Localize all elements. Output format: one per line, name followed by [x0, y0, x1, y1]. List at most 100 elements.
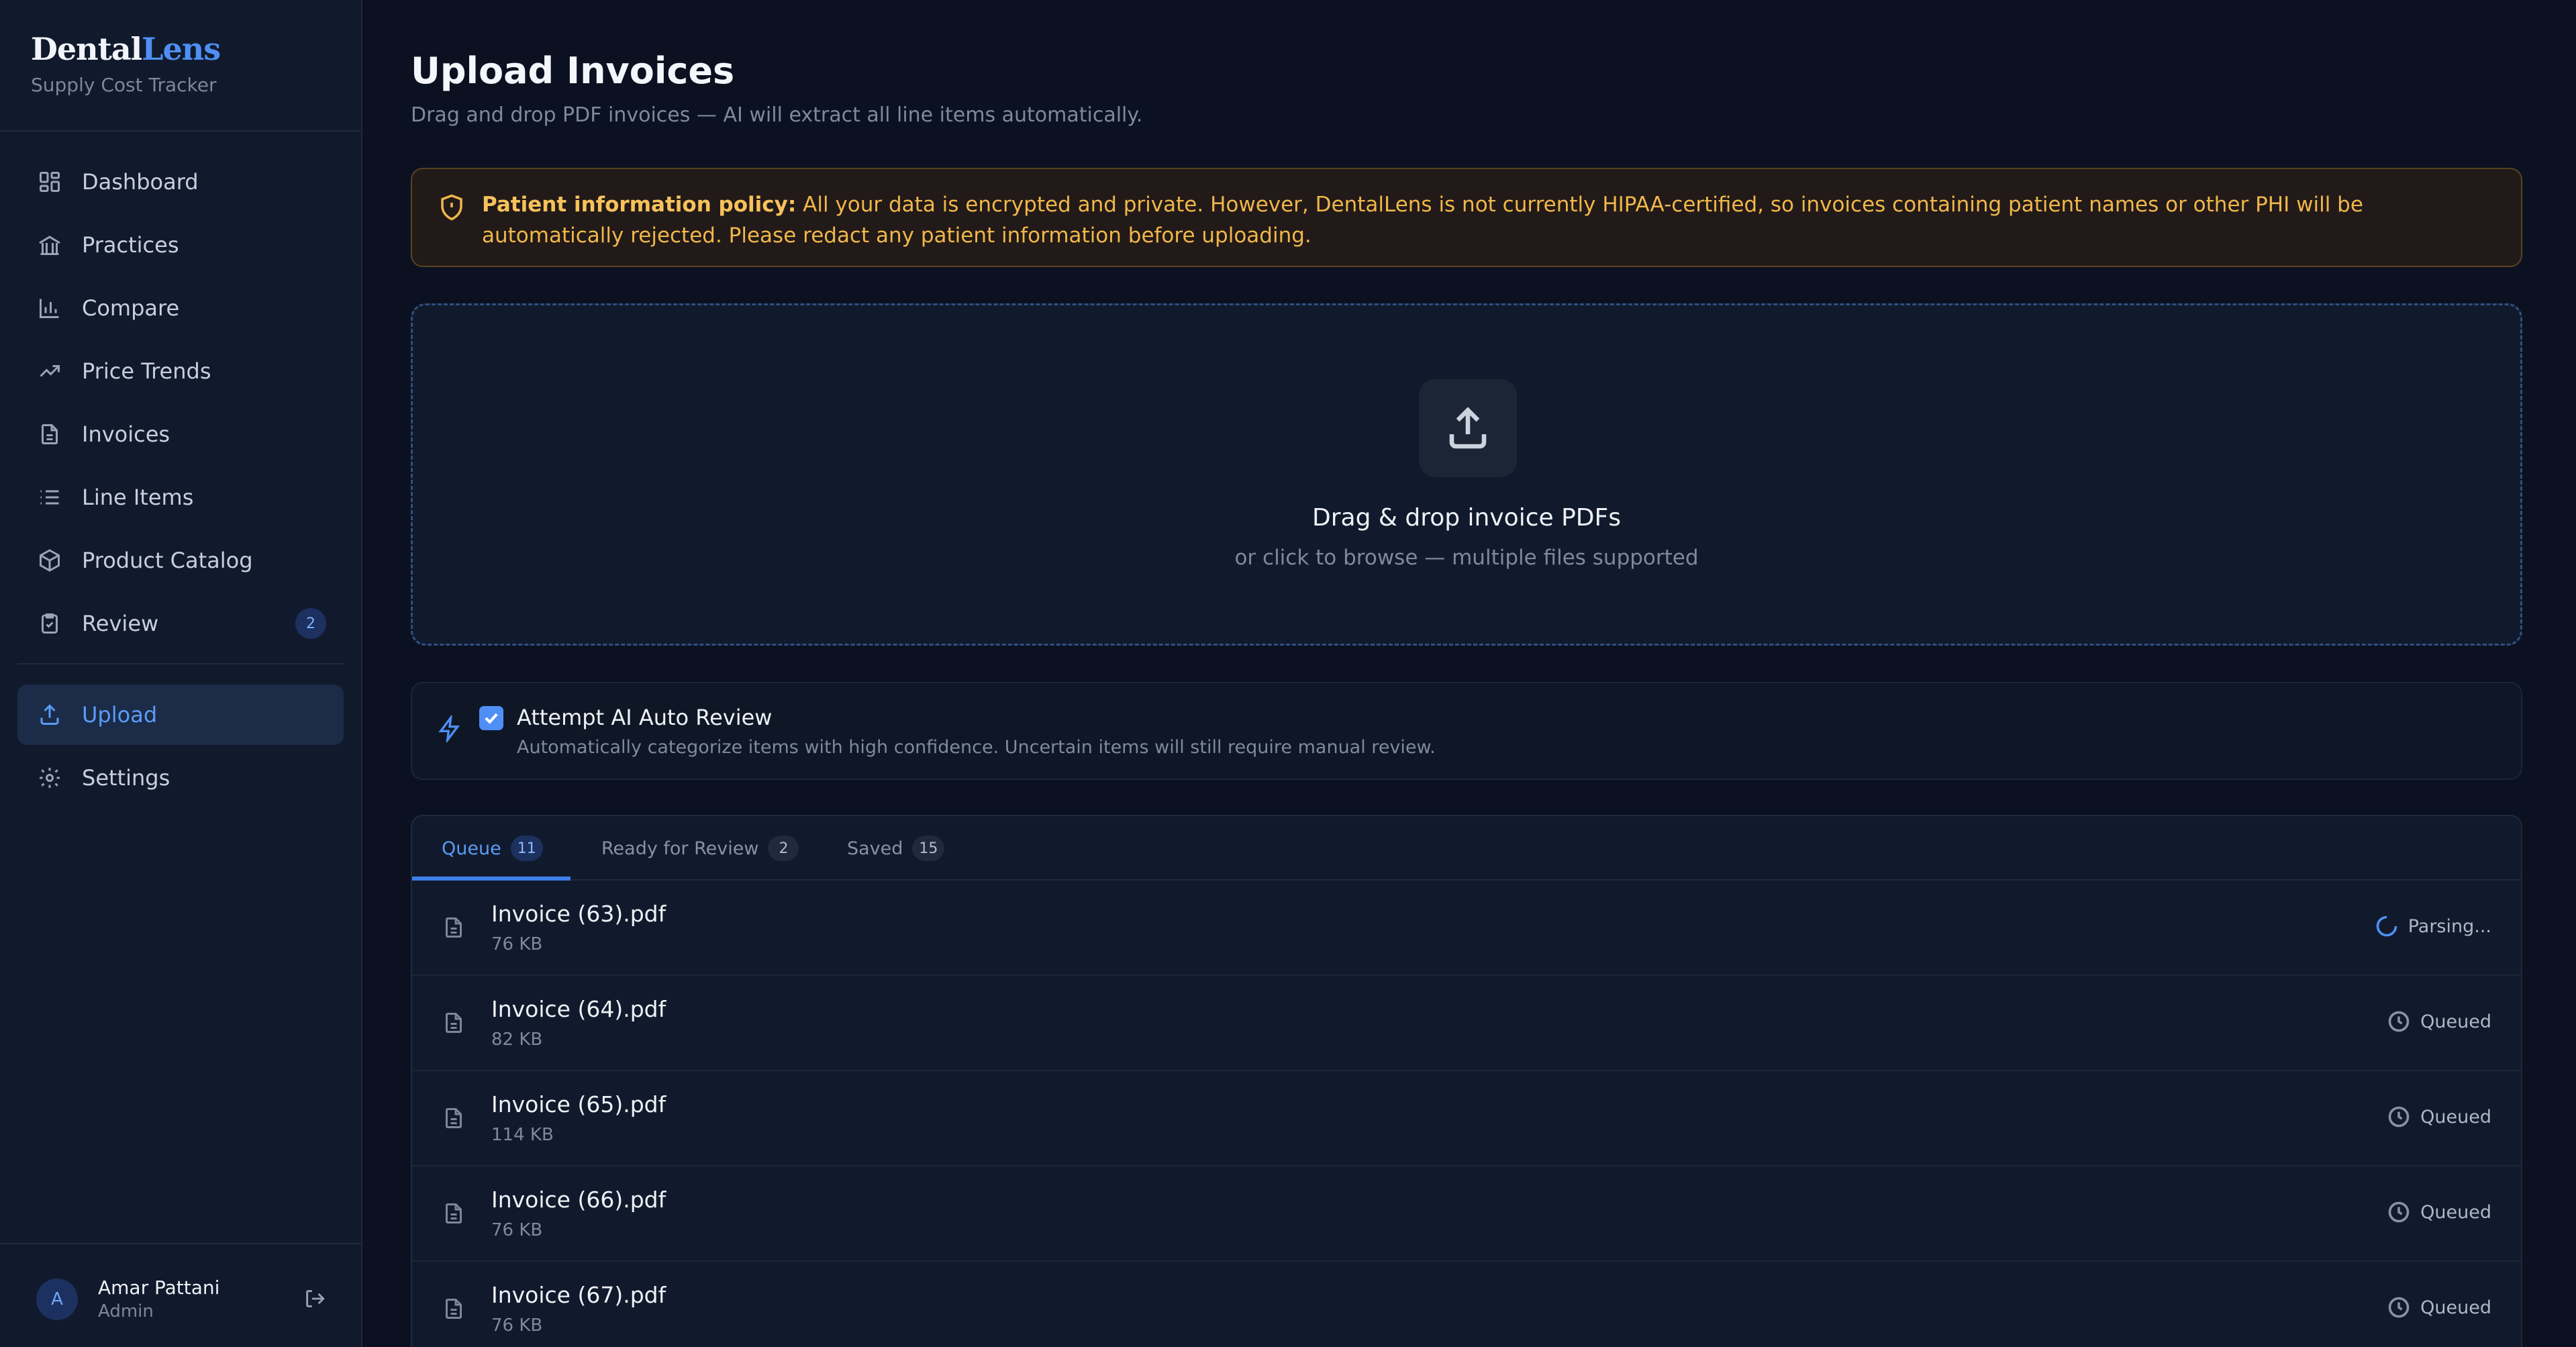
file-status: Queued [2387, 1200, 2491, 1224]
sidebar-item-practices[interactable]: Practices [17, 215, 344, 275]
clipboard-check-icon [42, 613, 58, 634]
user-role: Admin [98, 1301, 154, 1321]
sidebar-item-label: Invoices [82, 421, 170, 447]
queue-row[interactable]: Invoice (67).pdf 76 KB Queued [412, 1262, 2521, 1347]
list-icon [40, 490, 59, 505]
dropzone-subtitle: or click to browse — multiple files supp… [1234, 546, 1699, 570]
file-size: 76 KB [491, 934, 543, 954]
logout-button[interactable] [303, 1287, 326, 1310]
file-name: Invoice (64).pdf [491, 996, 666, 1022]
sidebar-item-dashboard[interactable]: Dashboard [17, 152, 344, 212]
ai-auto-review-label[interactable]: Attempt AI Auto Review [517, 705, 772, 730]
upload-icon [1449, 407, 1487, 449]
gear-icon [40, 768, 60, 788]
patient-policy-warning: Patient information policy: All your dat… [411, 168, 2522, 267]
avatar: A [36, 1278, 78, 1320]
shield-icon [438, 193, 466, 221]
sidebar-item-invoices[interactable]: Invoices [17, 404, 344, 464]
sidebar-item-upload[interactable]: Upload [17, 685, 344, 745]
invoice-dropzone[interactable]: Drag & drop invoice PDFs or click to bro… [411, 303, 2522, 646]
sidebar-item-price-trends[interactable]: Price Trends [17, 341, 344, 401]
file-status: Queued [2387, 1009, 2491, 1034]
file-icon [442, 914, 466, 941]
trend-up-icon [40, 365, 60, 377]
file-icon [442, 1295, 466, 1322]
tab-saved[interactable]: Saved 15 [847, 816, 945, 881]
sidebar-item-label: Compare [82, 295, 180, 321]
ai-auto-review-checkbox[interactable] [479, 706, 503, 730]
lightning-icon [436, 713, 463, 744]
file-name: Invoice (66).pdf [491, 1187, 666, 1213]
upload-queue-panel: Queue 11 Ready for Review 2 Saved 15 Inv… [411, 815, 2522, 1347]
file-size: 82 KB [491, 1030, 543, 1050]
sidebar-item-label: Upload [82, 702, 158, 728]
file-status: Queued [2387, 1295, 2491, 1319]
tab-label: Saved [847, 838, 903, 859]
queue-tabs: Queue 11 Ready for Review 2 Saved 15 [412, 816, 2521, 881]
spinner-icon [2376, 915, 2397, 937]
sidebar: DentalLens Supply Cost Tracker Dashboard… [0, 0, 362, 1347]
file-size: 76 KB [491, 1315, 543, 1336]
clock-icon [2388, 1106, 2410, 1128]
divider [17, 663, 344, 664]
tab-count-badge: 15 [912, 836, 945, 861]
queue-row[interactable]: Invoice (65).pdf 114 KB Queued [412, 1071, 2521, 1166]
brand-logo[interactable]: DentalLens Supply Cost Tracker [31, 31, 221, 96]
status-text: Parsing... [2408, 915, 2491, 937]
brand-subtitle: Supply Cost Tracker [31, 74, 217, 96]
sidebar-item-label: Dashboard [82, 169, 199, 195]
queue-row[interactable]: Invoice (64).pdf 82 KB Queued [412, 976, 2521, 1071]
tab-ready-for-review[interactable]: Ready for Review 2 [601, 816, 799, 881]
user-profile[interactable]: A Amar Pattani Admin [36, 1277, 219, 1321]
clock-icon [2388, 1201, 2410, 1223]
status-text: Queued [2420, 1201, 2491, 1223]
tab-label: Ready for Review [601, 838, 759, 859]
ai-auto-review-panel: Attempt AI Auto Review Automatically cat… [411, 682, 2522, 780]
dashboard-icon [40, 172, 60, 192]
tab-count-badge: 11 [510, 836, 543, 861]
sidebar-item-label: Price Trends [82, 358, 211, 384]
upload-badge [1419, 379, 1517, 477]
tab-label: Queue [442, 838, 501, 859]
sidebar-item-label: Review [82, 611, 159, 636]
tab-count-badge: 2 [768, 836, 799, 861]
file-icon [442, 1009, 466, 1036]
sidebar-item-label: Line Items [82, 485, 194, 510]
sidebar-item-label: Settings [82, 765, 170, 791]
divider [0, 1243, 361, 1244]
file-icon [442, 1105, 466, 1132]
queue-row[interactable]: Invoice (63).pdf 76 KB Parsing... [412, 881, 2521, 976]
ai-auto-review-description: Automatically categorize items with high… [517, 737, 1436, 758]
file-size: 114 KB [491, 1125, 554, 1145]
file-icon [442, 1200, 466, 1227]
sidebar-item-line-items[interactable]: Line Items [17, 467, 344, 528]
file-name: Invoice (65).pdf [491, 1091, 666, 1117]
sidebar-item-compare[interactable]: Compare [17, 278, 344, 338]
user-name: Amar Pattani [98, 1277, 220, 1299]
clock-icon [2388, 1011, 2410, 1032]
package-icon [40, 549, 60, 572]
sidebar-item-settings[interactable]: Settings [17, 748, 344, 808]
sidebar-nav: Dashboard Practices Compare Price Trends… [17, 152, 344, 811]
sidebar-item-label: Product Catalog [82, 548, 253, 573]
status-text: Queued [2420, 1106, 2491, 1128]
sidebar-item-product-catalog[interactable]: Product Catalog [17, 530, 344, 591]
checkmark-icon [485, 713, 498, 724]
page-title: Upload Invoices [411, 50, 735, 92]
dropzone-title: Drag & drop invoice PDFs [1311, 504, 1621, 532]
status-text: Queued [2420, 1011, 2491, 1032]
queue-row[interactable]: Invoice (66).pdf 76 KB Queued [412, 1166, 2521, 1262]
review-count-badge: 2 [295, 608, 326, 639]
file-icon [42, 424, 58, 444]
page-subtitle: Drag and drop PDF invoices — AI will ext… [411, 103, 1143, 127]
brand-name: DentalLens [31, 31, 221, 67]
upload-icon [40, 704, 59, 725]
tab-queue[interactable]: Queue 11 [442, 816, 543, 881]
status-text: Queued [2420, 1297, 2491, 1318]
file-status: Parsing... [2375, 914, 2491, 938]
warning-heading: Patient information policy: [482, 193, 797, 217]
sidebar-item-review[interactable]: Review 2 [17, 593, 344, 654]
file-name: Invoice (63).pdf [491, 901, 666, 927]
bar-chart-icon [40, 299, 59, 318]
divider [0, 130, 361, 132]
